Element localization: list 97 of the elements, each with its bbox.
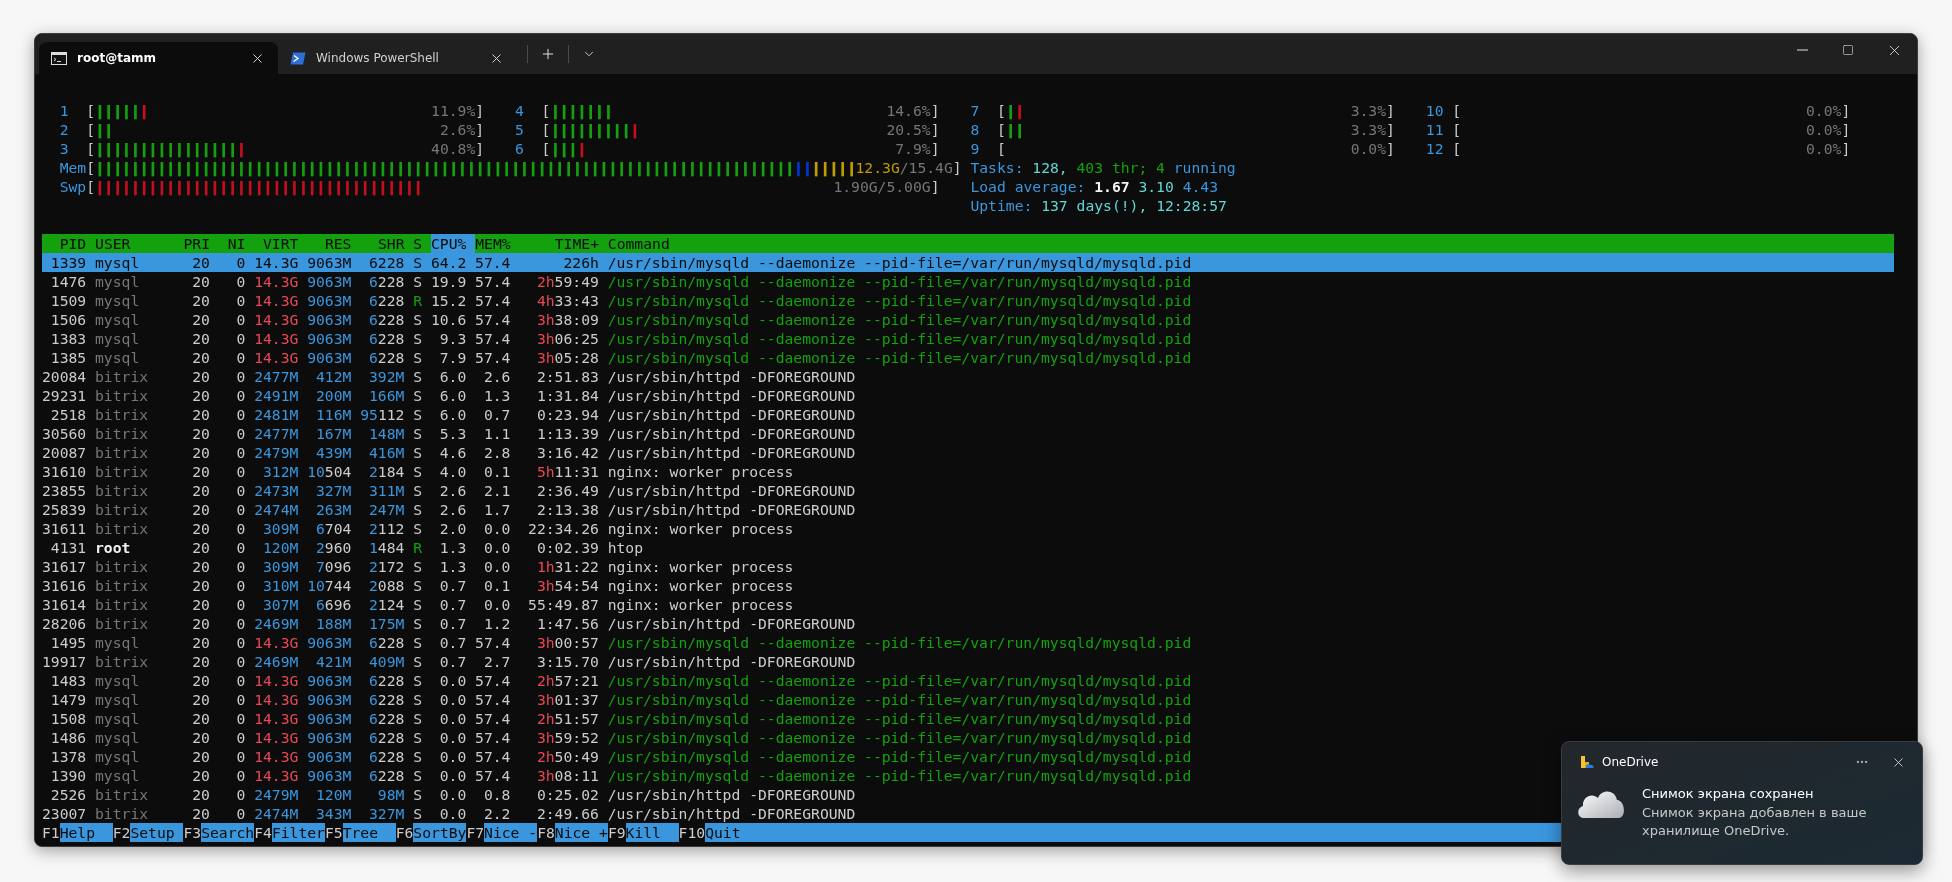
process-row[interactable]: 31611 bitrix 20 0 309M 6704 2112 S 2.0 0.0 22:34.26 nginx: worker process bbox=[42, 519, 1894, 538]
process-row[interactable]: 1479 mysql 20 0 14.3G 9063M 6228 S 0.0 57.4 3h01:37 /usr/sbin/mysqld --daemonize --pid-file=/var/run/mysqld/mysqld.pid bbox=[42, 690, 1894, 709]
tab[interactable]: Windows PowerShell bbox=[278, 42, 517, 74]
column-header[interactable]: S bbox=[413, 234, 431, 253]
cpu-label: 4 [ bbox=[515, 101, 551, 120]
notification-title: Снимок экрана сохранен bbox=[1642, 786, 1815, 801]
meter-glyphs: | bbox=[139, 101, 149, 120]
minimize-icon bbox=[1796, 49, 1808, 51]
meter-glyphs: || bbox=[95, 120, 113, 139]
process-row[interactable]: 1486 mysql 20 0 14.3G 9063M 6228 S 0.0 57.4 3h59:52 /usr/sbin/mysqld --daemonize --pid-file=/var/run/mysqld/mysqld.pid bbox=[42, 728, 1894, 747]
process-row[interactable]: 20084 bitrix 20 0 2477M 412M 392M S 6.0 2.6 2:51.83 /usr/sbin/httpd -DFOREGROUND bbox=[42, 367, 1894, 386]
cpu-label: 8 [ bbox=[970, 120, 1006, 139]
status-line: Tasks: 128, 403 thr; 4 running bbox=[970, 158, 1237, 177]
meter-reading: 0.0%] bbox=[1806, 101, 1851, 120]
process-row[interactable]: 29231 bitrix 20 0 2491M 200M 166M S 6.0 1.3 1:31.84 /usr/sbin/httpd -DFOREGROUND bbox=[42, 386, 1894, 405]
meter-glyphs: || bbox=[793, 158, 812, 177]
process-row[interactable]: 23855 bitrix 20 0 2473M 327M 311M S 2.6 2.1 2:36.49 /usr/sbin/httpd -DFOREGROUND bbox=[42, 481, 1894, 500]
status-line: Load average: 1.67 3.10 4.43 bbox=[970, 177, 1219, 196]
column-header[interactable]: SHR bbox=[360, 234, 414, 253]
process-row[interactable]: 31614 bitrix 20 0 307M 6696 2124 S 0.7 0.0 55:49.87 nginx: worker process bbox=[42, 595, 1894, 614]
meter-reading: 20.5%] bbox=[886, 120, 940, 139]
meter-glyphs: ||||||||||||||||||||||||||||||||||||| bbox=[95, 177, 423, 196]
cpu-label: 7 [ bbox=[970, 101, 1006, 120]
process-row[interactable]: 1508 mysql 20 0 14.3G 9063M 6228 S 0.0 57.4 2h51:57 /usr/sbin/mysqld --daemonize --pid-file=/var/run/mysqld/mysqld.pid bbox=[42, 709, 1894, 728]
column-header[interactable]: MEM% bbox=[475, 234, 520, 253]
meter-glyphs: ||||||||| bbox=[550, 120, 630, 139]
meter-glyphs: | bbox=[576, 139, 586, 158]
column-header[interactable]: NI bbox=[218, 234, 255, 253]
process-row[interactable]: 1495 mysql 20 0 14.3G 9063M 6228 S 0.7 57.4 3h00:57 /usr/sbin/mysqld --daemonize --pid-file=/var/run/mysqld/mysqld.pid bbox=[42, 633, 1894, 652]
plus-icon bbox=[540, 46, 556, 62]
meter-reading: 2.6%] bbox=[439, 120, 485, 139]
meter-reading: 0.0%] bbox=[1806, 139, 1851, 158]
process-row[interactable]: 20087 bitrix 20 0 2479M 439M 416M S 4.6 2.8 3:16.42 /usr/sbin/httpd -DFOREGROUND bbox=[42, 443, 1894, 462]
process-row[interactable]: 28206 bitrix 20 0 2469M 188M 175M S 0.7 1.2 1:47.56 /usr/sbin/httpd -DFOREGROUND bbox=[42, 614, 1894, 633]
meter-glyphs: | bbox=[1014, 101, 1024, 120]
meter-reading: 7.9%] bbox=[895, 139, 940, 158]
meter-glyphs: ||||| bbox=[95, 101, 140, 120]
meter-reading: 3.3%] bbox=[1350, 101, 1395, 120]
notification-body: Снимок экрана добавлен в ваше хранилище OneDrive. bbox=[1642, 804, 1868, 840]
column-header[interactable]: CPU% bbox=[431, 234, 476, 253]
meter-reading: 0.0%] bbox=[1806, 120, 1851, 139]
column-header[interactable]: TIME+ bbox=[519, 234, 608, 253]
process-row[interactable]: 19917 bitrix 20 0 2469M 421M 409M S 0.7 2.7 3:15.70 /usr/sbin/httpd -DFOREGROUND bbox=[42, 652, 1894, 671]
powershell-icon bbox=[290, 51, 306, 65]
status-line: Uptime: 137 days(!), 12:28:57 bbox=[970, 196, 1228, 215]
column-header[interactable]: USER bbox=[95, 234, 184, 253]
column-header[interactable]: PRI bbox=[183, 234, 219, 253]
cpu-label: 5 [ bbox=[515, 120, 551, 139]
process-row[interactable]: 31616 bitrix 20 0 310M 10744 2088 S 0.7 0.1 3h54:54 nginx: worker process bbox=[42, 576, 1894, 595]
process-row[interactable]: 31610 bitrix 20 0 312M 10504 2184 S 4.0 0.1 5h11:31 nginx: worker process bbox=[42, 462, 1894, 481]
meter-glyphs: ||||| bbox=[811, 158, 856, 177]
tab[interactable]: root@tamm bbox=[39, 42, 278, 74]
cpu-label: 12 [ bbox=[1425, 139, 1462, 158]
process-row[interactable]: 1509 mysql 20 0 14.3G 9063M 6228 R 15.2 57.4 4h33:43 /usr/sbin/mysqld --daemonize --pid-file=/var/run/mysqld/mysqld.pid bbox=[42, 291, 1894, 310]
meter-glyphs: | bbox=[630, 120, 639, 139]
meter-reading: 40.8%] bbox=[431, 139, 485, 158]
meter-glyphs: || bbox=[1005, 120, 1024, 139]
column-header[interactable]: VIRT bbox=[254, 234, 308, 253]
cpu-label: 9 [ bbox=[970, 139, 1006, 158]
cpu-label: 10 [ bbox=[1425, 101, 1462, 120]
column-header[interactable]: Command bbox=[607, 234, 1894, 253]
meter-label: Mem[ bbox=[59, 158, 96, 177]
process-row[interactable]: 30560 bitrix 20 0 2477M 167M 148M S 5.3 1.1 1:13.39 /usr/sbin/httpd -DFOREGROUND bbox=[42, 424, 1894, 443]
process-row[interactable]: 1506 mysql 20 0 14.3G 9063M 6228 S 10.6 57.4 3h38:09 /usr/sbin/mysqld --daemonize --pid-file=/var/run/mysqld/mysqld.pid bbox=[42, 310, 1894, 329]
meter-reading: 14.6%] bbox=[886, 101, 940, 120]
meter-reading: 0.0%] bbox=[1350, 139, 1395, 158]
cpu-label: 3 [ bbox=[59, 139, 96, 158]
meter-glyphs: ||| bbox=[550, 139, 577, 158]
process-row[interactable]: 1385 mysql 20 0 14.3G 9063M 6228 S 7.9 57.4 3h05:28 /usr/sbin/mysqld --daemonize --pid-file=/var/run/mysqld/mysqld.pid bbox=[42, 348, 1894, 367]
cpu-label: 2 [ bbox=[59, 120, 96, 139]
process-row[interactable]: 2518 bitrix 20 0 2481M 116M 95112 S 6.0 0.7 0:23.94 /usr/sbin/httpd -DFOREGROUND bbox=[42, 405, 1894, 424]
maximize-icon bbox=[1842, 44, 1854, 56]
meter-label: Swp[ bbox=[59, 177, 96, 196]
process-row[interactable]: 1339 mysql 20 0 14.3G 9063M 6228 S 64.2 57.4 226h /usr/sbin/mysqld --daemonize --pid-file=/var/run/mysqld/mysqld.pid bbox=[42, 253, 1894, 272]
meter-reading: 12.3G/15.4G] bbox=[855, 158, 962, 177]
meter-glyphs: | bbox=[236, 139, 246, 158]
folder-cloud-icon bbox=[1580, 755, 1594, 769]
process-row[interactable]: 31617 bitrix 20 0 309M 7096 2172 S 1.3 0.0 1h31:22 nginx: worker process bbox=[42, 557, 1894, 576]
cpu-label: 11 [ bbox=[1425, 120, 1462, 139]
meter-reading: 3.3%] bbox=[1350, 120, 1395, 139]
column-header[interactable]: PID bbox=[42, 234, 96, 253]
process-row[interactable]: 1383 mysql 20 0 14.3G 9063M 6228 S 9.3 57.4 3h06:25 /usr/sbin/mysqld --daemonize --pid-file=/var/run/mysqld/mysqld.pid bbox=[42, 329, 1894, 348]
cpu-label: 1 [ bbox=[59, 101, 96, 120]
process-row[interactable]: 4131 root 20 0 120M 2960 1484 R 1.3 0.0 0:02.39 htop bbox=[42, 538, 1894, 557]
meter-glyphs: ||||||||||||||||||||||||||||||||||||||||||||||||||||||||||||||||||||||||||||||| bbox=[95, 158, 794, 177]
notification-app-name: OneDrive bbox=[1602, 755, 1660, 769]
meter-glyphs: ||||||| bbox=[550, 101, 613, 120]
column-header[interactable]: RES bbox=[307, 234, 361, 253]
meter-reading: 11.9%] bbox=[431, 101, 485, 120]
meter-reading: 1.90G/5.00G] bbox=[833, 177, 940, 196]
terminal-icon bbox=[51, 51, 67, 65]
meter-glyphs: | bbox=[1005, 101, 1015, 120]
meter-glyphs: |||||||||||||||| bbox=[95, 139, 237, 158]
process-row[interactable]: 1483 mysql 20 0 14.3G 9063M 6228 S 0.0 57.4 2h57:21 /usr/sbin/mysqld --daemonize --pid-file=/var/run/mysqld/mysqld.pid bbox=[42, 671, 1894, 690]
process-row[interactable]: 25839 bitrix 20 0 2474M 263M 247M S 2.6 1.7 2:13.38 /usr/sbin/httpd -DFOREGROUND bbox=[42, 500, 1894, 519]
cpu-label: 6 [ bbox=[515, 139, 551, 158]
process-row[interactable]: 1476 mysql 20 0 14.3G 9063M 6228 S 19.9 57.4 2h59:49 /usr/sbin/mysqld --daemonize --pid-file=/var/run/mysqld/mysqld.pid bbox=[42, 272, 1894, 291]
